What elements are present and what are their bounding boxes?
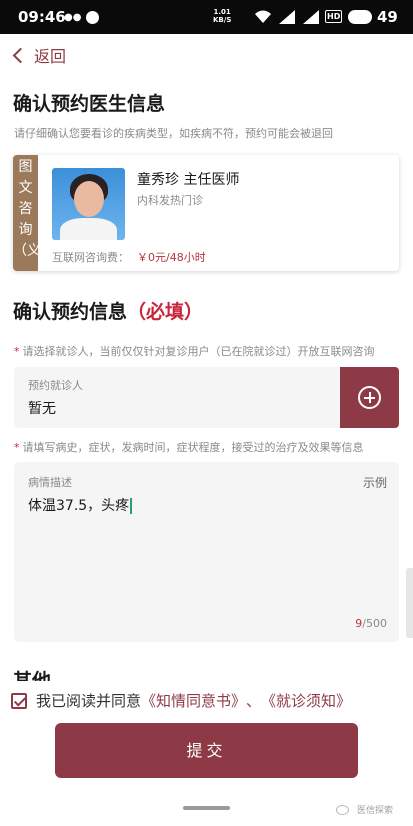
text-cursor (130, 498, 133, 514)
plus-circle-icon (358, 386, 381, 409)
patient-select[interactable]: 预约就诊人 暂无 (14, 367, 340, 428)
status-bar: 09:46 ●● 1.01 KB/S HD 49 (0, 0, 413, 34)
doctor-department: 内科发热门诊 (137, 194, 203, 207)
side-tab[interactable] (406, 568, 413, 638)
watermark: 医信探索 (336, 803, 393, 816)
char-counter: 9/500 (355, 617, 387, 630)
wechat-icon (336, 804, 349, 815)
wifi-icon (255, 10, 271, 23)
required-marker: （必填） (127, 301, 204, 323)
example-link[interactable]: 示例 (363, 474, 387, 491)
description-text[interactable]: 体温37.5，头疼 (28, 495, 133, 515)
patient-label: 预约就诊人 (28, 379, 83, 392)
submit-button[interactable]: 提交 (55, 723, 358, 778)
chevron-left-icon (12, 47, 29, 63)
message-icon (86, 11, 99, 24)
doctor-section-title: 确认预约医生信息 (13, 93, 166, 115)
consent-link[interactable]: 《知情同意书》 (141, 690, 246, 711)
battery-level: 49 (377, 8, 398, 26)
appointment-section-title: 确认预约信息（必填） (13, 301, 204, 323)
patient-hint: * 请选择就诊人，当前仅仅针对复诊用户（已在院就诊过）开放互联网咨询 (14, 345, 375, 358)
condition-description-field[interactable]: 病情描述 示例 体温37.5，头疼 9/500 (14, 462, 399, 642)
visit-notice-link[interactable]: 《就诊须知》 (261, 690, 351, 711)
home-indicator[interactable] (183, 806, 230, 810)
consult-type-tag: 图文咨询（义 (13, 155, 38, 271)
fee-value: ￥0元/48小时 (137, 251, 206, 264)
fee-label: 互联网咨询费： (52, 251, 129, 264)
hd-badge: HD (325, 10, 343, 23)
patient-value: 暂无 (28, 401, 56, 417)
agreement-row[interactable]: 我已阅读并同意 《知情同意书》 、 《就诊须知》 (11, 690, 351, 711)
doctor-photo (52, 168, 125, 240)
other-section-title: 其他 (13, 670, 52, 681)
agree-checkbox[interactable] (11, 692, 27, 709)
back-button[interactable]: 返回 (10, 44, 66, 66)
battery-icon (348, 10, 372, 24)
signal-icon (279, 10, 295, 24)
description-label: 病情描述 (28, 476, 72, 489)
status-time: 09:46 (18, 8, 66, 26)
agree-prefix: 我已阅读并同意 (36, 692, 142, 710)
description-hint: * 请填写病史，症状，发病时间，症状程度，接受过的治疗及效果等信息 (14, 441, 364, 454)
back-label: 返回 (34, 47, 67, 66)
doctor-name-title: 童秀珍 主任医师 (137, 172, 240, 188)
network-speed: 1.01 KB/S (213, 8, 232, 24)
agree-separator: 、 (246, 692, 262, 710)
notification-dots: ●● (64, 12, 82, 23)
doctor-card: 图文咨询（义 童秀珍 主任医师 内科发热门诊 互联网咨询费： ￥0元/48小时 (13, 155, 399, 271)
doctor-section-subtitle: 请仔细确认您要看诊的疾病类型，如疾病不符，预约可能会被退回 (14, 127, 333, 140)
signal-icon-2 (303, 10, 319, 24)
add-patient-button[interactable] (340, 367, 399, 428)
